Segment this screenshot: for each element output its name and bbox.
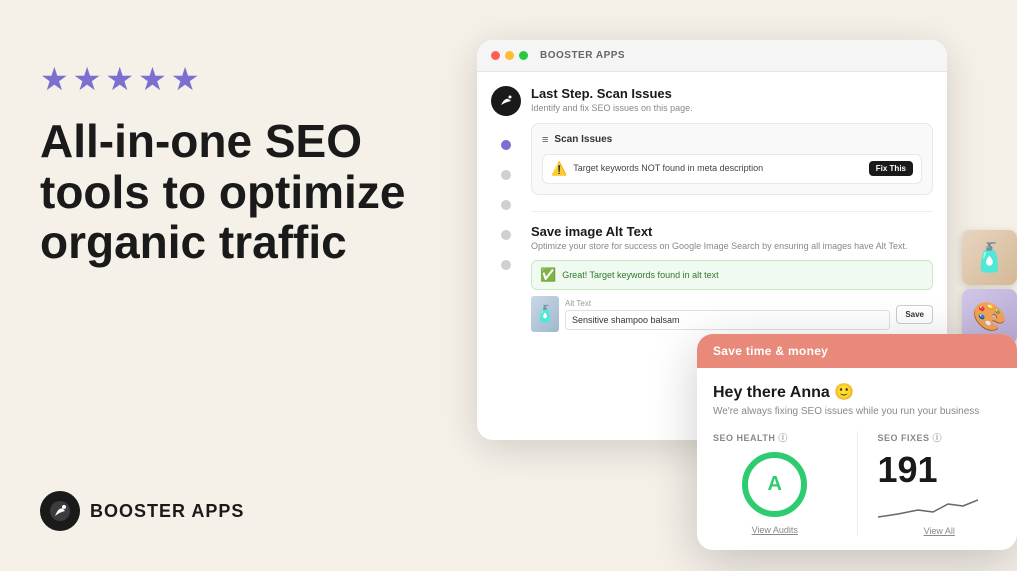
alt-input[interactable]: Sensitive shampoo balsam: [565, 310, 890, 330]
alt-input-row: 🧴 Alt Text Sensitive shampoo balsam Save: [531, 296, 933, 332]
card-subtitle: We're always fixing SEO issues while you…: [713, 406, 1001, 417]
alt-title: Save image Alt Text: [531, 224, 933, 239]
traffic-lights: [491, 51, 528, 60]
tablet-app-name: BOOSTER APPS: [540, 50, 625, 61]
tablet-content: Last Step. Scan Issues Identify and fix …: [477, 72, 947, 346]
alt-success-banner: ✅ Great! Target keywords found in alt te…: [531, 260, 933, 290]
panel-header-icon: ≡: [542, 134, 548, 146]
donut-grade: A: [768, 473, 782, 496]
booster-logo: BOOSTER APPS: [40, 491, 244, 531]
scan-panel: ≡ Scan Issues ⚠️ Target keywords NOT fou…: [531, 123, 933, 195]
seo-health-donut: A: [742, 452, 807, 517]
traffic-light-yellow: [505, 51, 514, 60]
seo-health-metric: SEO HEALTH ⓘ A View Audits: [713, 431, 837, 536]
star-5: ★: [171, 60, 200, 98]
seo-fixes-label: SEO FIXES ⓘ: [878, 431, 1002, 444]
logo-icon: [40, 491, 80, 531]
fixes-number: 191: [878, 452, 1002, 488]
alt-field-group: Alt Text Sensitive shampoo balsam: [565, 299, 890, 330]
tablet-nav: [491, 86, 521, 332]
star-4: ★: [138, 60, 167, 98]
card-greeting: Hey there Anna 🙂: [713, 382, 1001, 402]
save-time-card: Save time & money Hey there Anna 🙂 We're…: [697, 334, 1017, 550]
info-icon: ⓘ: [778, 431, 788, 444]
success-check-icon: ✅: [540, 267, 556, 283]
panel-header: ≡ Scan Issues: [542, 134, 922, 146]
right-section: BOOSTER APPS: [447, 40, 1017, 550]
metric-divider: [857, 431, 858, 536]
star-3: ★: [105, 60, 134, 98]
card-metrics: SEO HEALTH ⓘ A View Audits SEO FIXES: [713, 431, 1001, 536]
seo-health-label: SEO HEALTH ⓘ: [713, 431, 837, 444]
alt-text-section: Save image Alt Text Optimize your store …: [531, 211, 933, 333]
headline-line1: All-in-one SEO: [40, 115, 362, 167]
tablet-main-content: Last Step. Scan Issues Identify and fix …: [531, 86, 933, 332]
view-audits-link[interactable]: View Audits: [713, 525, 837, 535]
traffic-light-red: [491, 51, 500, 60]
scan-desc: Identify and fix SEO issues on this page…: [531, 103, 933, 115]
traffic-light-green: [519, 51, 528, 60]
nav-dot-3[interactable]: [501, 200, 511, 210]
headline: All-in-one SEO tools to optimize organic…: [40, 116, 440, 268]
scan-title: Last Step. Scan Issues: [531, 86, 933, 101]
seo-fixes-metric: SEO FIXES ⓘ 191 View All: [878, 431, 1002, 536]
logo-text: BOOSTER APPS: [90, 501, 244, 522]
nav-dots: [491, 130, 521, 270]
alt-desc: Optimize your store for success on Googl…: [531, 241, 933, 253]
card-body: Hey there Anna 🙂 We're always fixing SEO…: [697, 368, 1017, 550]
alt-field-label: Alt Text: [565, 299, 890, 308]
star-rating: ★ ★ ★ ★ ★: [40, 60, 440, 98]
product-thumb-1: 🧴: [962, 230, 1017, 285]
nav-dot-4[interactable]: [501, 230, 511, 240]
panel-header-text: Scan Issues: [554, 134, 612, 145]
headline-line3: organic traffic: [40, 216, 347, 268]
nav-dot-5[interactable]: [501, 260, 511, 270]
save-alt-button[interactable]: Save: [896, 305, 933, 324]
star-1: ★: [40, 60, 69, 98]
fixes-chart: [878, 492, 1002, 522]
info-icon-2: ⓘ: [933, 431, 943, 444]
star-2: ★: [73, 60, 102, 98]
view-all-link[interactable]: View All: [878, 526, 1002, 536]
nav-dot-2[interactable]: [501, 170, 511, 180]
warning-icon: ⚠️: [551, 161, 567, 177]
scan-issues-section: Last Step. Scan Issues Identify and fix …: [531, 86, 933, 195]
issue-text: Target keywords NOT found in meta descri…: [573, 163, 863, 175]
fix-button[interactable]: Fix This: [869, 161, 913, 176]
app-icon: [491, 86, 521, 116]
alt-success-text: Great! Target keywords found in alt text: [562, 270, 718, 280]
left-section: ★ ★ ★ ★ ★ All-in-one SEO tools to optimi…: [40, 60, 440, 268]
headline-line2: tools to optimize: [40, 166, 405, 218]
issue-row: ⚠️ Target keywords NOT found in meta des…: [542, 154, 922, 184]
tablet-header: BOOSTER APPS: [477, 40, 947, 72]
product-image: 🧴: [531, 296, 559, 332]
card-header: Save time & money: [697, 334, 1017, 368]
nav-dot-1[interactable]: [501, 140, 511, 150]
donut-container: A: [713, 452, 837, 517]
